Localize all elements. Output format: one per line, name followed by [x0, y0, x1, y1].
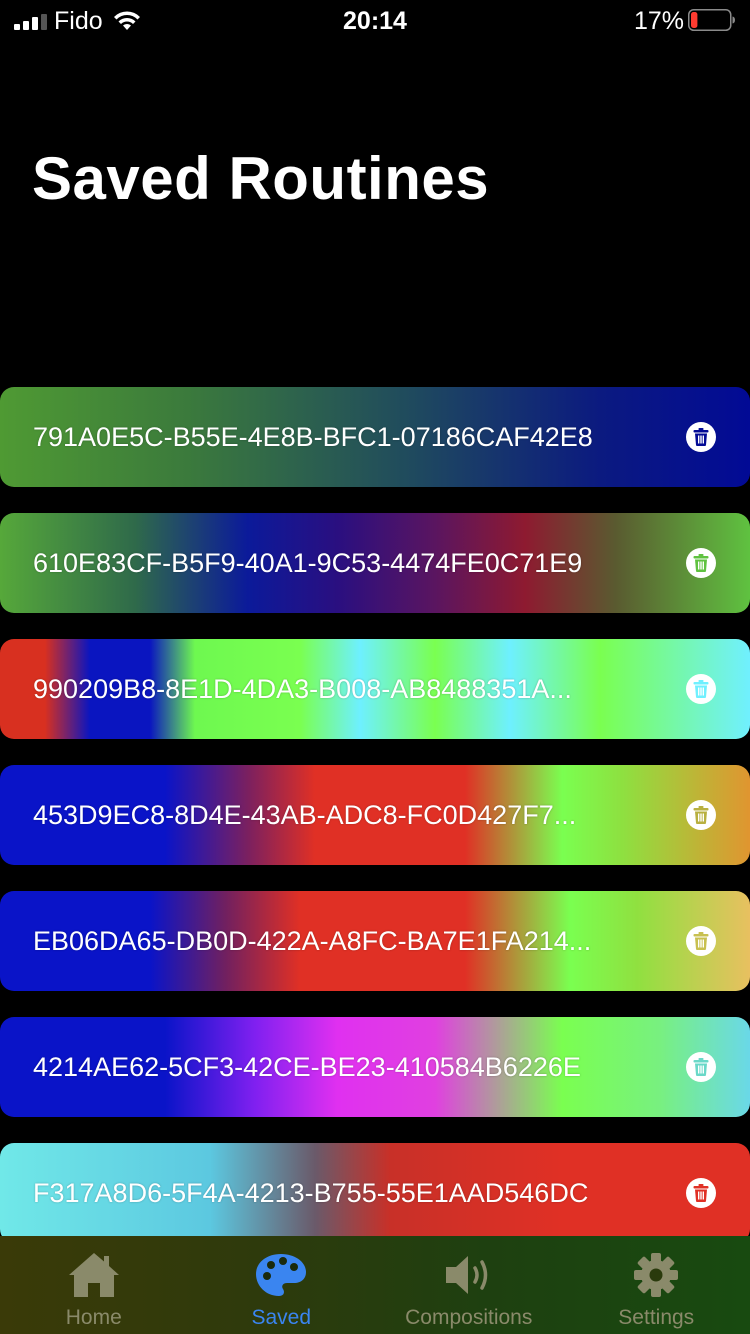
screen: Fido 20:14 17% Saved Routines 791A0E5C-B…: [0, 0, 750, 1334]
house-icon: [67, 1250, 121, 1300]
routine-row[interactable]: 990209B8-8E1D-4DA3-B008-AB8488351A...: [0, 639, 750, 739]
trash-icon: [693, 680, 709, 698]
speaker-icon: [442, 1250, 496, 1300]
delete-routine-button[interactable]: [686, 1178, 716, 1208]
battery-percentage: 17%: [633, 7, 684, 35]
tab-home[interactable]: Home: [0, 1236, 188, 1334]
routine-list: 791A0E5C-B55E-4E8B-BFC1-07186CAF42E8 610…: [0, 387, 750, 1269]
routine-row[interactable]: F317A8D6-5F4A-4213-B755-55E1AAD546DC: [0, 1143, 750, 1243]
delete-routine-button[interactable]: [686, 926, 716, 956]
palette-icon: [254, 1250, 308, 1300]
page-title: Saved Routines: [32, 145, 490, 212]
trash-icon: [693, 806, 709, 824]
tab-label: Home: [65, 1306, 122, 1329]
routine-name: 610E83CF-B5F9-40A1-9C53-4474FE0C71E9: [33, 548, 583, 578]
delete-routine-button[interactable]: [686, 800, 716, 830]
routine-row[interactable]: 453D9EC8-8D4E-43AB-ADC8-FC0D427F7...: [0, 765, 750, 865]
status-bar: Fido 20:14 17%: [0, 0, 750, 40]
delete-routine-button[interactable]: [686, 548, 716, 578]
trash-icon: [693, 932, 709, 950]
routine-name: F317A8D6-5F4A-4213-B755-55E1AAD546DC: [33, 1178, 589, 1208]
battery-icon: [688, 9, 735, 31]
routine-name: EB06DA65-DB0D-422A-A8FC-BA7E1FA214...: [33, 926, 592, 956]
tab-label: Settings: [618, 1306, 695, 1329]
delete-routine-button[interactable]: [686, 1052, 716, 1082]
routine-row[interactable]: EB06DA65-DB0D-422A-A8FC-BA7E1FA214...: [0, 891, 750, 991]
trash-icon: [693, 554, 709, 572]
trash-icon: [693, 428, 709, 446]
tab-label: Compositions: [405, 1306, 533, 1329]
gear-icon: [629, 1250, 683, 1300]
delete-routine-button[interactable]: [686, 422, 716, 452]
routine-row[interactable]: 610E83CF-B5F9-40A1-9C53-4474FE0C71E9: [0, 513, 750, 613]
routine-name: 990209B8-8E1D-4DA3-B008-AB8488351A...: [33, 674, 572, 704]
tab-saved[interactable]: Saved: [188, 1236, 376, 1334]
trash-icon: [693, 1184, 709, 1202]
routine-row[interactable]: 791A0E5C-B55E-4E8B-BFC1-07186CAF42E8: [0, 387, 750, 487]
routine-row[interactable]: 4214AE62-5CF3-42CE-BE23-410584B6226E: [0, 1017, 750, 1117]
delete-routine-button[interactable]: [686, 674, 716, 704]
tab-label: Saved: [251, 1306, 312, 1329]
tab-bar: Home Saved Compositions Settings: [0, 1236, 750, 1334]
tab-settings[interactable]: Settings: [563, 1236, 750, 1334]
tab-compositions[interactable]: Compositions: [375, 1236, 563, 1334]
battery-level-fill: [691, 12, 698, 28]
trash-icon: [693, 1058, 709, 1076]
routine-name: 4214AE62-5CF3-42CE-BE23-410584B6226E: [33, 1052, 581, 1082]
routine-name: 791A0E5C-B55E-4E8B-BFC1-07186CAF42E8: [33, 422, 593, 452]
routine-name: 453D9EC8-8D4E-43AB-ADC8-FC0D427F7...: [33, 800, 577, 830]
